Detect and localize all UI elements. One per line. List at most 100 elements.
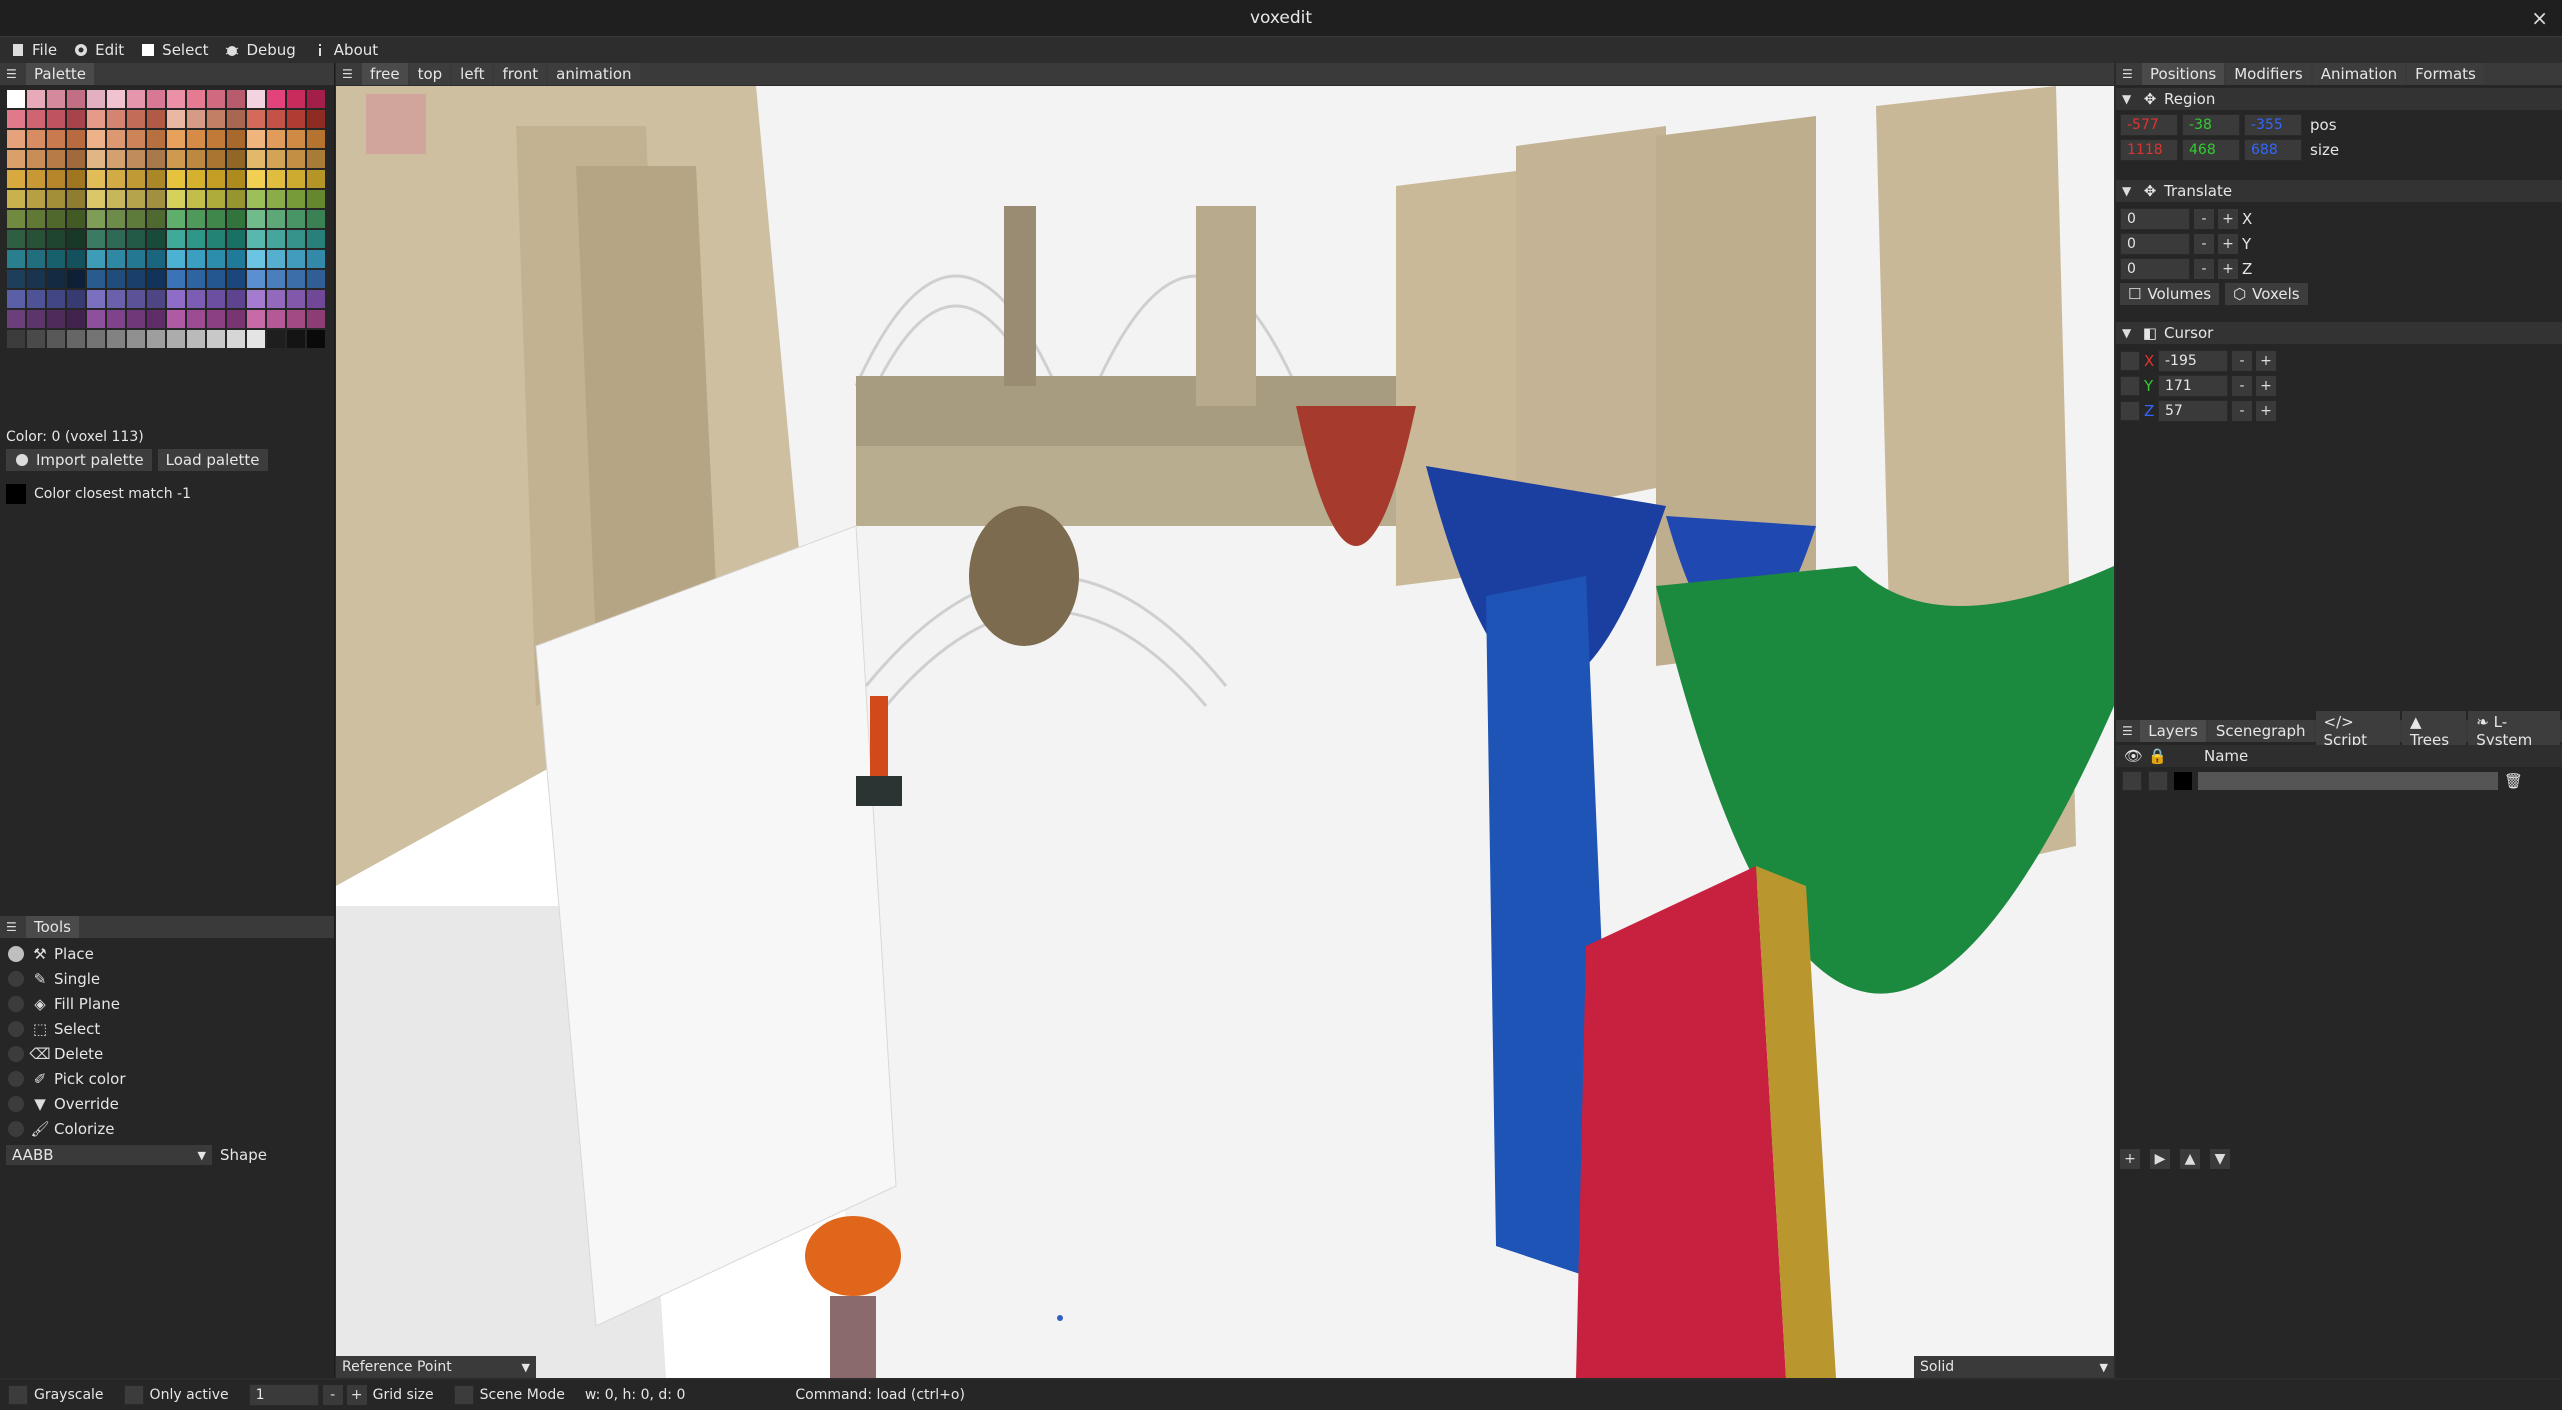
lock-checkbox[interactable] (2120, 375, 2140, 396)
palette-swatch[interactable] (127, 210, 145, 228)
panel-menu-icon[interactable]: ☰ (2122, 67, 2136, 81)
palette-swatch[interactable] (27, 150, 45, 168)
palette-swatch[interactable] (307, 190, 325, 208)
palette-swatch[interactable] (267, 210, 285, 228)
palette-swatch[interactable] (247, 110, 265, 128)
plus-button[interactable]: + (2218, 258, 2238, 279)
minus-button[interactable]: - (2232, 375, 2252, 396)
palette-swatch[interactable] (187, 310, 205, 328)
tool-delete[interactable]: ⌫ Delete (0, 1041, 334, 1066)
translate-x-input[interactable]: 0 (2120, 207, 2190, 230)
palette-swatch[interactable] (147, 90, 165, 108)
palette-swatch[interactable] (307, 250, 325, 268)
tab-top[interactable]: top (409, 63, 451, 85)
palette-swatch[interactable] (87, 130, 105, 148)
palette-swatch[interactable] (287, 90, 305, 108)
palette-swatch[interactable] (127, 330, 145, 348)
lock-checkbox[interactable] (2148, 771, 2168, 791)
palette-swatch[interactable] (147, 210, 165, 228)
palette-swatch[interactable] (47, 270, 65, 288)
plus-button[interactable]: + (346, 1385, 367, 1405)
palette-swatch[interactable] (87, 250, 105, 268)
palette-swatch[interactable] (227, 190, 245, 208)
palette-swatch[interactable] (27, 330, 45, 348)
reference-point-select[interactable]: Reference Point ▼ (336, 1356, 536, 1378)
palette-swatch[interactable] (187, 110, 205, 128)
palette-swatch[interactable] (127, 190, 145, 208)
palette-swatch[interactable] (107, 250, 125, 268)
palette-swatch[interactable] (187, 130, 205, 148)
palette-swatch[interactable] (167, 90, 185, 108)
palette-swatch[interactable] (107, 330, 125, 348)
palette-swatch[interactable] (227, 290, 245, 308)
palette-swatch[interactable] (147, 150, 165, 168)
palette-swatch[interactable] (87, 310, 105, 328)
palette-swatch[interactable] (147, 130, 165, 148)
panel-menu-icon[interactable]: ☰ (6, 67, 20, 81)
tab-positions[interactable]: Positions (2142, 63, 2225, 85)
palette-swatch[interactable] (187, 330, 205, 348)
palette-swatch[interactable] (47, 130, 65, 148)
radio-icon[interactable] (8, 1020, 24, 1037)
palette-swatch[interactable] (47, 190, 65, 208)
palette-swatch[interactable] (47, 90, 65, 108)
cursor-z-input[interactable]: 57 (2158, 399, 2228, 422)
close-icon[interactable]: × (2531, 6, 2548, 30)
radio-icon[interactable] (8, 970, 24, 987)
panel-menu-icon[interactable]: ☰ (2122, 724, 2134, 738)
tool-select[interactable]: ⬚ Select (0, 1016, 334, 1041)
palette-swatch[interactable] (267, 150, 285, 168)
palette-swatch[interactable] (7, 290, 25, 308)
minus-button[interactable]: - (2194, 258, 2214, 279)
palette-swatch[interactable] (147, 110, 165, 128)
region-size-z[interactable]: 688 (2244, 139, 2302, 161)
palette-swatch[interactable] (247, 190, 265, 208)
only-active-checkbox[interactable] (123, 1385, 144, 1405)
palette-swatch[interactable] (167, 270, 185, 288)
palette-swatch[interactable] (307, 170, 325, 188)
move-down-icon[interactable]: ▼ (2210, 1149, 2230, 1169)
palette-swatch[interactable] (47, 150, 65, 168)
palette-swatch[interactable] (307, 310, 325, 328)
palette-swatch[interactable] (67, 250, 85, 268)
tab-animation-right[interactable]: Animation (2312, 63, 2406, 85)
palette-swatch[interactable] (247, 150, 265, 168)
tool-place[interactable]: ⚒ Place (0, 941, 334, 966)
scene-mode-checkbox[interactable] (453, 1385, 474, 1405)
load-palette-button[interactable]: Load palette (157, 449, 268, 471)
tab-formats[interactable]: Formats (2407, 63, 2484, 85)
radio-icon[interactable] (8, 945, 24, 962)
closest-color-swatch[interactable] (6, 484, 26, 504)
palette-swatch[interactable] (67, 170, 85, 188)
minus-button[interactable]: - (322, 1385, 343, 1405)
minus-button[interactable]: - (2232, 350, 2252, 371)
palette-swatch[interactable] (307, 150, 325, 168)
play-icon[interactable]: ▶ (2150, 1149, 2170, 1169)
volumes-button[interactable]: ☐ Volumes (2120, 283, 2220, 305)
palette-swatch[interactable] (87, 190, 105, 208)
palette-swatch[interactable] (287, 150, 305, 168)
cursor-x-input[interactable]: -195 (2158, 349, 2228, 372)
palette-swatch[interactable] (7, 230, 25, 248)
palette-swatch[interactable] (27, 130, 45, 148)
3d-viewport[interactable]: Reference Point ▼ Solid ▼ (336, 86, 2114, 1378)
palette-swatch[interactable] (67, 130, 85, 148)
palette-swatch[interactable] (7, 170, 25, 188)
translate-y-input[interactable]: 0 (2120, 232, 2190, 255)
lock-checkbox[interactable] (2120, 400, 2140, 421)
palette-swatch[interactable] (7, 210, 25, 228)
region-size-y[interactable]: 468 (2182, 139, 2240, 161)
palette-swatch[interactable] (47, 170, 65, 188)
palette-swatch[interactable] (7, 270, 25, 288)
palette-swatch[interactable] (27, 90, 45, 108)
palette-swatch[interactable] (307, 290, 325, 308)
palette-swatch[interactable] (287, 210, 305, 228)
layer-row[interactable]: 🗑 (2116, 769, 2562, 793)
palette-swatch[interactable] (147, 250, 165, 268)
region-pos-x[interactable]: -577 (2120, 114, 2178, 136)
palette-swatch[interactable] (7, 130, 25, 148)
palette-swatch[interactable] (287, 190, 305, 208)
palette-swatch[interactable] (27, 270, 45, 288)
menu-about[interactable]: About (312, 41, 378, 59)
palette-swatch[interactable] (207, 310, 225, 328)
